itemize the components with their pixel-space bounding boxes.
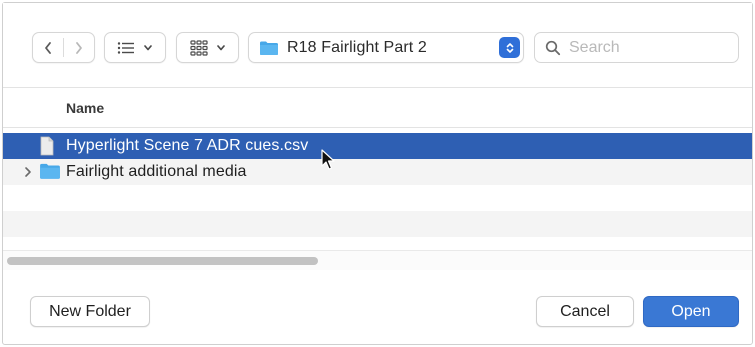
folder-icon [260, 41, 278, 55]
document-icon [40, 136, 54, 156]
list-item-label: Hyperlight Scene 7 ADR cues.csv [66, 137, 309, 154]
empty-row [3, 185, 752, 211]
forward-button[interactable] [64, 33, 94, 62]
location-label: R18 Fairlight Part 2 [287, 38, 427, 56]
mouse-pointer-icon [321, 149, 335, 170]
new-folder-button[interactable]: New Folder [30, 296, 150, 327]
search-input[interactable] [569, 38, 729, 57]
grid-view-button[interactable] [176, 32, 239, 63]
back-button[interactable] [33, 33, 63, 62]
list-item-label: Fairlight additional media [66, 163, 247, 180]
empty-row [3, 211, 752, 237]
search-icon [545, 40, 561, 55]
list-item-file[interactable]: Hyperlight Scene 7 ADR cues.csv [3, 133, 752, 159]
folder-icon [40, 163, 60, 179]
chevron-down-icon [216, 44, 225, 50]
location-stepper[interactable] [499, 37, 520, 58]
chevron-down-icon [144, 44, 152, 50]
cancel-button[interactable]: Cancel [536, 296, 634, 327]
list-view-icon [117, 41, 134, 54]
horizontal-scrollbar[interactable] [3, 250, 752, 270]
location-popup[interactable]: R18 Fairlight Part 2 [248, 32, 524, 63]
open-button[interactable]: Open [643, 296, 739, 327]
file-list: Hyperlight Scene 7 ADR cues.csv Fairligh… [3, 133, 752, 237]
list-header: Name [3, 87, 752, 128]
name-column-header[interactable]: Name [66, 100, 104, 116]
list-item-folder[interactable]: Fairlight additional media [3, 159, 752, 185]
file-open-dialog: R18 Fairlight Part 2 Name Hype [2, 2, 753, 345]
navigation-group [32, 32, 95, 63]
grid-view-icon [189, 39, 208, 56]
scrollbar-thumb[interactable] [7, 257, 318, 265]
toolbar: R18 Fairlight Part 2 [3, 3, 752, 87]
chevron-left-icon [45, 41, 51, 54]
chevron-right-icon [76, 41, 82, 54]
search-field[interactable] [534, 32, 739, 63]
list-view-button[interactable] [104, 32, 166, 63]
disclosure-triangle-icon[interactable] [22, 165, 34, 179]
up-down-chevron-icon [506, 42, 513, 53]
